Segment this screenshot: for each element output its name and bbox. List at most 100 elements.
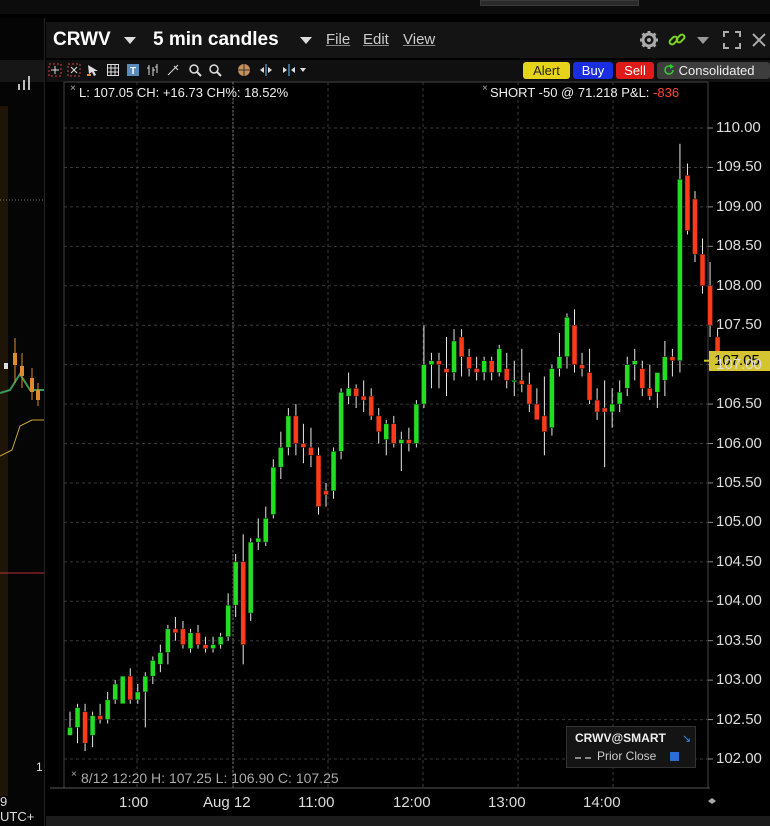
candle-down [97,715,103,720]
candle-up [225,604,231,637]
candle-down [594,399,600,413]
candle-up [428,360,435,365]
x-tick-label: 13:00 [488,794,526,811]
candle-down [639,368,646,389]
price-chart[interactable] [0,0,770,826]
candle-up [451,340,457,373]
y-tick-label: 107.00 [716,355,762,373]
prior-close-dash [575,757,591,759]
y-tick-label: 103.00 [716,671,762,689]
candle-up [662,356,668,381]
candle-down [368,395,374,417]
candle-down [436,360,442,365]
y-tick-label: 109.00 [716,197,762,215]
info-close-icon[interactable]: × [70,83,76,94]
x-tick-label: 1:00 [119,794,149,811]
candle-down [503,368,510,381]
candle-down [526,384,533,405]
candle-down [443,368,450,373]
candle-down [647,388,653,397]
y-tick-label: 104.00 [716,592,762,610]
candle-up [255,537,261,543]
candle-down [601,407,608,413]
candle-up [150,660,156,677]
candle-down [127,675,133,701]
candle-up [609,403,615,413]
candle-up [413,403,420,444]
chart-legend[interactable]: CRWV@SMART ↘ Prior Close [566,726,696,768]
candle-up [330,451,337,492]
pin-icon[interactable]: ↘ [682,732,691,745]
hover-close-icon[interactable]: × [71,769,77,780]
y-tick-label: 103.50 [716,631,762,649]
candle-up [74,707,81,728]
y-tick-label: 104.50 [716,552,762,570]
prior-close-checkbox[interactable] [670,752,679,761]
candle-down [684,175,691,231]
candle-down [202,644,209,649]
candle-up [232,561,239,606]
candle-down [571,324,578,365]
candle-down [707,285,713,326]
candle-up [67,727,73,736]
candle-up [89,715,96,736]
candle-down [669,356,676,361]
candle-down [293,415,299,444]
candle-down [534,403,540,421]
y-tick-label: 106.50 [716,395,762,413]
candle-up [383,423,390,440]
candle-up [157,652,164,665]
y-tick-label: 108.50 [716,237,762,255]
candle-up [112,683,118,701]
y-tick-label: 110.00 [716,119,761,136]
candle-up [496,348,502,373]
candle-up [217,636,224,645]
candle-down [353,388,359,397]
candle-up [481,360,487,373]
y-tick-label: 107.50 [716,316,762,334]
candle-down [466,356,472,369]
candle-up [398,439,405,444]
candle-up [104,699,111,720]
candle-up [278,447,284,468]
candle-up [511,380,518,383]
candle-down [315,455,322,507]
price-info-line: L: 107.05 CH: +16.73 CH%: 18.52% [79,85,289,100]
x-tick-label: Aug 12 [203,794,251,811]
candle-up [247,541,254,614]
candle-down [172,628,179,634]
candle-up [345,388,352,397]
candle-up [677,179,683,361]
candle-up [165,628,171,653]
candle-up [421,364,427,405]
candle-down [308,447,314,456]
candle-up [142,675,149,693]
position-pnl: -836 [653,85,680,100]
candle-down [360,395,367,401]
candle-down [391,423,397,444]
candle-down [375,415,382,432]
y-tick-label: 105.50 [716,473,762,491]
position-text: SHORT -50 @ 71.218 P&L: [490,85,654,100]
candle-down [458,336,465,357]
candle-down [699,253,706,286]
x-tick-label: 14:00 [583,794,621,811]
candle-up [564,317,570,357]
candle-down [473,368,480,373]
hover-ohlc-line: 8/12 12:20 H: 107.25 L: 106.90 C: 107.25 [81,770,339,786]
candle-down [488,360,495,373]
y-tick-label: 106.00 [716,434,762,452]
candle-up [270,466,277,515]
candle-down [240,561,246,645]
candle-down [579,364,585,369]
candle-up [338,391,344,452]
candle-up [119,675,126,705]
candle-up [210,644,216,649]
candle-up [556,356,563,369]
candle-up [549,368,555,428]
candle-down [519,380,525,385]
candle-down [541,415,548,432]
y-tick-label: 102.00 [716,750,762,767]
position-close-icon[interactable]: × [482,83,488,94]
bottom-strip [46,816,770,826]
